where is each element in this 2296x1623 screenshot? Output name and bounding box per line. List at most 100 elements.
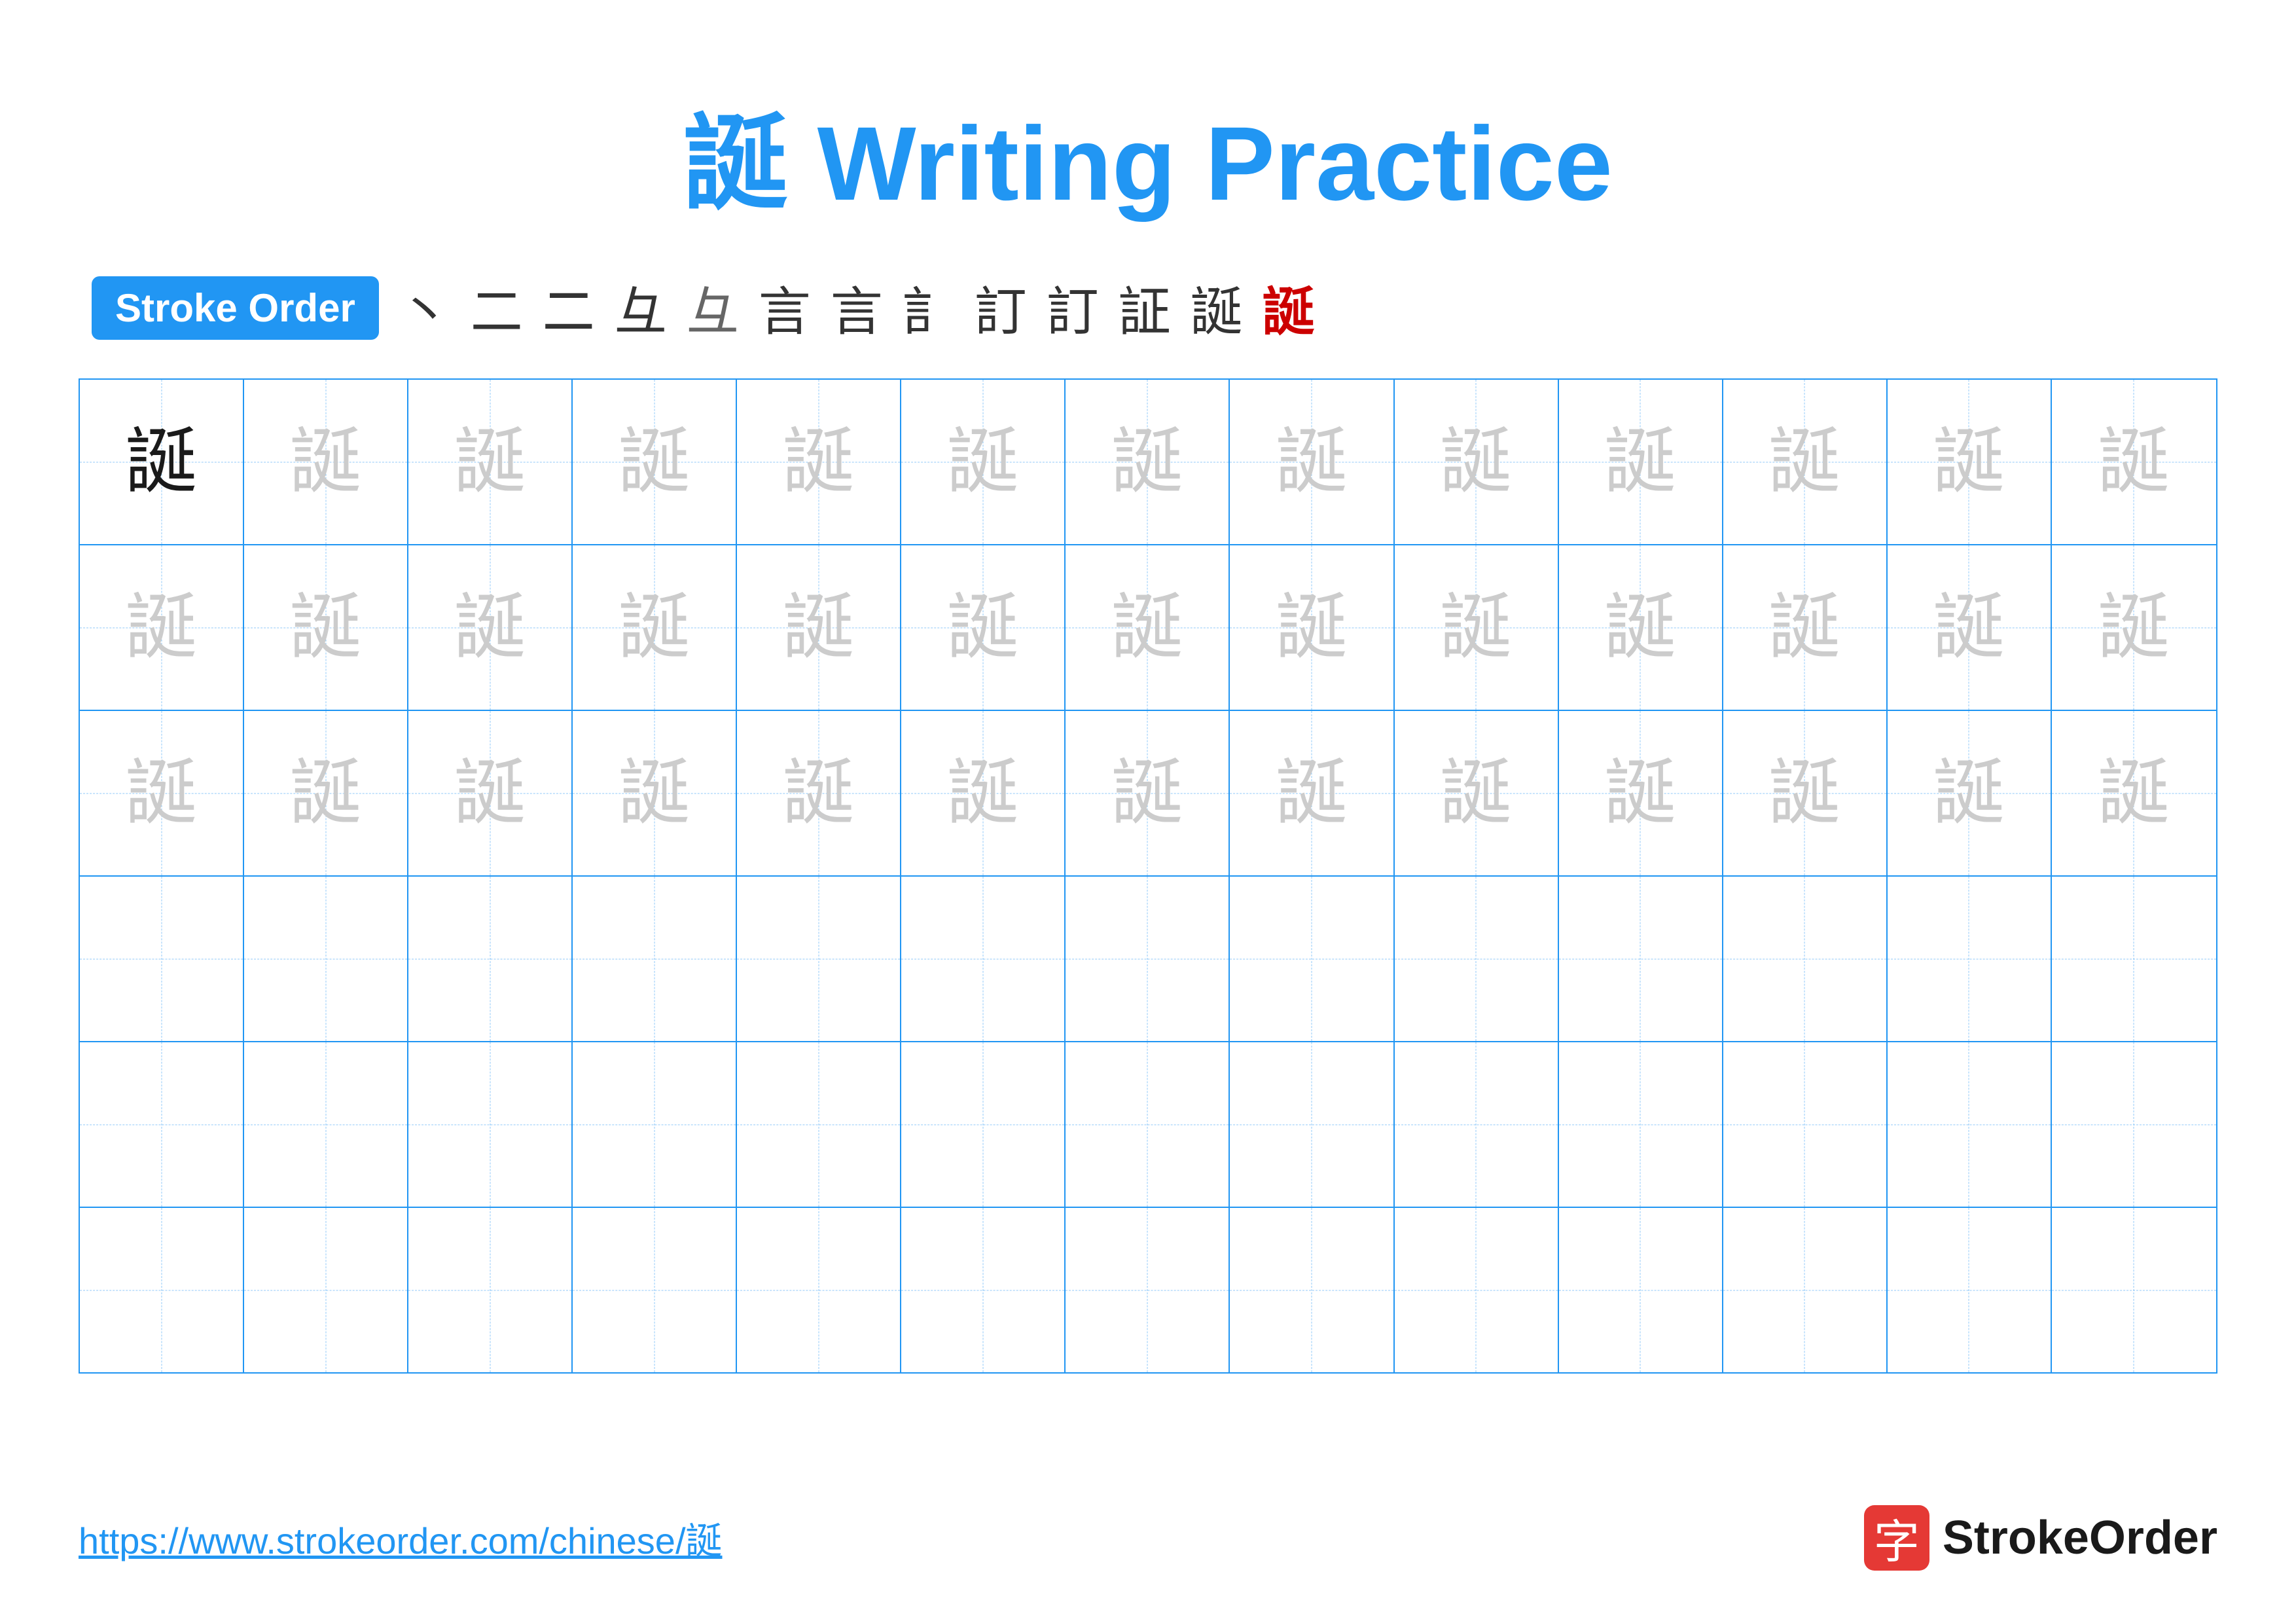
grid-cell-4-8[interactable] (1230, 877, 1394, 1041)
grid-cell-6-4[interactable] (573, 1208, 737, 1372)
grid-cell-1-7[interactable]: 誕 (1066, 380, 1230, 544)
grid-cell-2-6[interactable]: 誕 (901, 545, 1066, 710)
grid-row-6 (80, 1208, 2216, 1372)
grid-cell-5-4[interactable] (573, 1042, 737, 1207)
grid-cell-1-2[interactable]: 誕 (244, 380, 408, 544)
grid-cell-4-2[interactable] (244, 877, 408, 1041)
footer-logo: 字 StrokeOrder (1864, 1505, 2217, 1571)
logo-text: StrokeOrder (1943, 1511, 2217, 1565)
stroke-step-12: 誕 (1191, 270, 1243, 346)
stroke-step-2: 二 (471, 270, 523, 346)
grid-cell-6-7[interactable] (1066, 1208, 1230, 1372)
grid-cell-5-7[interactable] (1066, 1042, 1230, 1207)
grid-cell-2-5[interactable]: 誕 (737, 545, 901, 710)
grid-cell-3-6[interactable]: 誕 (901, 711, 1066, 875)
grid-cell-2-12[interactable]: 誕 (1888, 545, 2052, 710)
grid-cell-2-7[interactable]: 誕 (1066, 545, 1230, 710)
grid-cell-4-7[interactable] (1066, 877, 1230, 1041)
grid-cell-5-11[interactable] (1723, 1042, 1888, 1207)
grid-cell-1-12[interactable]: 誕 (1888, 380, 2052, 544)
grid-cell-5-3[interactable] (408, 1042, 573, 1207)
grid-cell-6-10[interactable] (1559, 1208, 1723, 1372)
grid-cell-4-1[interactable] (80, 877, 244, 1041)
grid-cell-1-11[interactable]: 誕 (1723, 380, 1888, 544)
grid-cell-4-13[interactable] (2052, 877, 2216, 1041)
page: 誕 Writing Practice Stroke Order 丶 二 ㆓ 彑 … (0, 0, 2296, 1623)
grid-cell-4-10[interactable] (1559, 877, 1723, 1041)
grid-cell-4-11[interactable] (1723, 877, 1888, 1041)
grid-cell-6-5[interactable] (737, 1208, 901, 1372)
stroke-step-11: 証 (1119, 270, 1171, 346)
grid-cell-6-2[interactable] (244, 1208, 408, 1372)
page-title: 誕 Writing Practice (683, 105, 1613, 222)
grid-cell-6-8[interactable] (1230, 1208, 1394, 1372)
grid-cell-3-2[interactable]: 誕 (244, 711, 408, 875)
stroke-step-1: 丶 (399, 270, 451, 346)
grid-cell-5-1[interactable] (80, 1042, 244, 1207)
grid-cell-5-13[interactable] (2052, 1042, 2216, 1207)
grid-cell-1-10[interactable]: 誕 (1559, 380, 1723, 544)
grid-cell-1-8[interactable]: 誕 (1230, 380, 1394, 544)
grid-cell-3-10[interactable]: 誕 (1559, 711, 1723, 875)
grid-cell-1-5[interactable]: 誕 (737, 380, 901, 544)
grid-cell-1-4[interactable]: 誕 (573, 380, 737, 544)
grid-cell-2-13[interactable]: 誕 (2052, 545, 2216, 710)
stroke-step-7: 言 (831, 270, 883, 346)
grid-cell-6-12[interactable] (1888, 1208, 2052, 1372)
grid-cell-1-9[interactable]: 誕 (1395, 380, 1559, 544)
stroke-step-10: 訂 (1047, 270, 1099, 346)
stroke-step-5: 彑 (687, 270, 739, 346)
grid-cell-2-8[interactable]: 誕 (1230, 545, 1394, 710)
grid-cell-2-3[interactable]: 誕 (408, 545, 573, 710)
grid-cell-5-9[interactable] (1395, 1042, 1559, 1207)
grid-cell-1-1[interactable]: 誕 (80, 380, 244, 544)
grid-cell-1-6[interactable]: 誕 (901, 380, 1066, 544)
grid-cell-3-3[interactable]: 誕 (408, 711, 573, 875)
footer-url[interactable]: https://www.strokeorder.com/chinese/誕 (79, 1512, 723, 1565)
grid-cell-3-5[interactable]: 誕 (737, 711, 901, 875)
grid-cell-5-8[interactable] (1230, 1042, 1394, 1207)
grid-cell-5-2[interactable] (244, 1042, 408, 1207)
grid-cell-3-9[interactable]: 誕 (1395, 711, 1559, 875)
grid-cell-2-4[interactable]: 誕 (573, 545, 737, 710)
grid-cell-5-5[interactable] (737, 1042, 901, 1207)
stroke-order-row: Stroke Order 丶 二 ㆓ 彑 彑 言 言 訁 訂 訂 証 誕 誕 (79, 270, 2217, 346)
grid-cell-6-1[interactable] (80, 1208, 244, 1372)
grid-cell-2-1[interactable]: 誕 (80, 545, 244, 710)
grid-cell-6-13[interactable] (2052, 1208, 2216, 1372)
grid-cell-4-6[interactable] (901, 877, 1066, 1041)
stroke-step-4: 彑 (615, 270, 667, 346)
grid-cell-3-8[interactable]: 誕 (1230, 711, 1394, 875)
char-dark: 誕 (126, 426, 198, 498)
grid-cell-5-10[interactable] (1559, 1042, 1723, 1207)
grid-cell-2-2[interactable]: 誕 (244, 545, 408, 710)
grid-cell-6-3[interactable] (408, 1208, 573, 1372)
grid-cell-4-4[interactable] (573, 877, 737, 1041)
grid-cell-4-12[interactable] (1888, 877, 2052, 1041)
grid-cell-2-11[interactable]: 誕 (1723, 545, 1888, 710)
grid-cell-2-9[interactable]: 誕 (1395, 545, 1559, 710)
grid-cell-3-11[interactable]: 誕 (1723, 711, 1888, 875)
grid-row-1: 誕 誕 誕 誕 誕 誕 誕 誕 誕 誕 誕 誕 誕 (80, 380, 2216, 545)
grid-cell-2-10[interactable]: 誕 (1559, 545, 1723, 710)
grid-cell-4-5[interactable] (737, 877, 901, 1041)
grid-cell-6-9[interactable] (1395, 1208, 1559, 1372)
practice-grid: 誕 誕 誕 誕 誕 誕 誕 誕 誕 誕 誕 誕 誕 誕 誕 誕 誕 誕 誕 誕 … (79, 378, 2217, 1374)
logo-char: 字 (1874, 1505, 1920, 1571)
grid-cell-3-7[interactable]: 誕 (1066, 711, 1230, 875)
stroke-step-9: 訂 (975, 270, 1027, 346)
stroke-step-8: 訁 (903, 270, 955, 346)
grid-cell-4-9[interactable] (1395, 877, 1559, 1041)
grid-cell-4-3[interactable] (408, 877, 573, 1041)
grid-cell-1-13[interactable]: 誕 (2052, 380, 2216, 544)
grid-cell-3-12[interactable]: 誕 (1888, 711, 2052, 875)
grid-cell-1-3[interactable]: 誕 (408, 380, 573, 544)
grid-cell-5-12[interactable] (1888, 1042, 2052, 1207)
grid-cell-3-1[interactable]: 誕 (80, 711, 244, 875)
grid-cell-6-11[interactable] (1723, 1208, 1888, 1372)
grid-cell-3-13[interactable]: 誕 (2052, 711, 2216, 875)
grid-cell-5-6[interactable] (901, 1042, 1066, 1207)
stroke-order-badge: Stroke Order (92, 276, 379, 340)
grid-cell-6-6[interactable] (901, 1208, 1066, 1372)
grid-cell-3-4[interactable]: 誕 (573, 711, 737, 875)
